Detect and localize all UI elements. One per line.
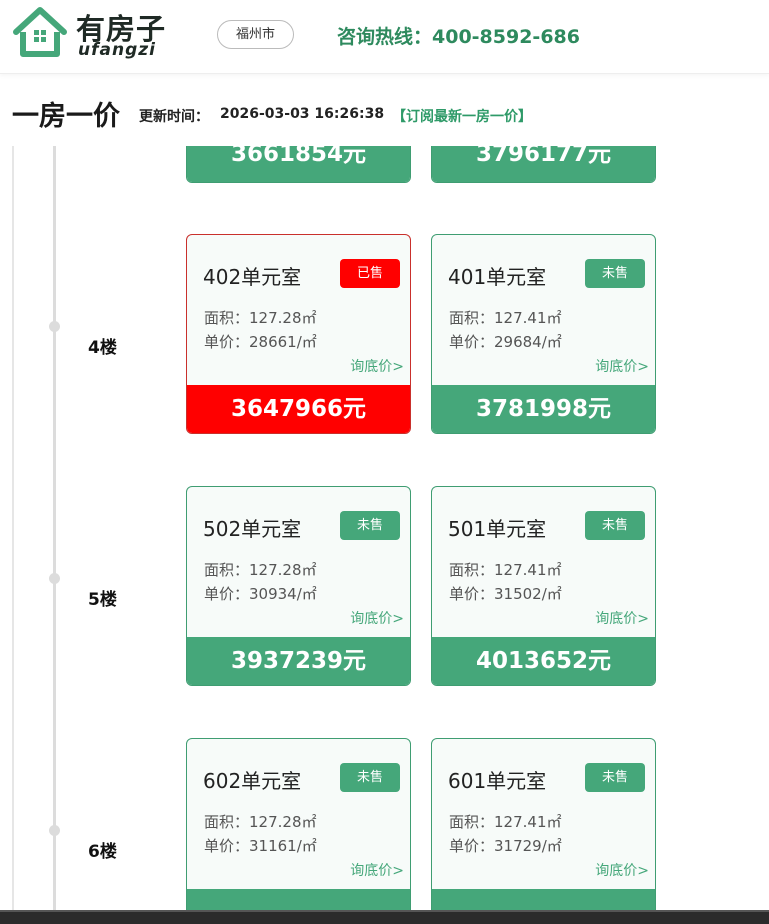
unit-card[interactable]: 401单元室 未售 面积：127.41㎡ 单价：29684/㎡ 询底价> 378… [431,234,656,434]
update-time-label: 更新时间： [139,109,209,125]
room-number: 602单元室 [203,769,302,793]
inquire-price-link[interactable]: 询底价> [350,860,404,880]
unit-price: 单价：31502/㎡ [449,585,562,603]
update-time-value: 2026-03-03 16:26:38 [220,106,385,122]
unit-area: 面积：127.28㎡ [204,561,317,579]
total-price [432,889,655,910]
unit-price: 单价：30934/㎡ [204,585,317,603]
unit-card[interactable]: 501单元室 未售 面积：127.41㎡ 单价：31502/㎡ 询底价> 401… [431,486,656,686]
status-badge: 未售 [340,511,400,540]
total-price: 3937239元 [187,637,410,685]
total-price: 3781998元 [432,385,655,433]
timeline-outer-line [12,146,14,910]
inquire-price-link[interactable]: 询底价> [595,608,649,628]
inquire-price-link[interactable]: 询底价> [595,860,649,880]
total-price: 3661854元 [187,146,410,182]
unit-area: 面积：127.41㎡ [449,813,562,831]
unit-price-list[interactable]: 3661854元 3796177元 4楼 402单元室 已售 面积：127.28… [0,146,769,910]
room-number: 501单元室 [448,517,547,541]
total-price: 3647966元 [187,385,410,433]
status-badge: 未售 [585,259,645,288]
unit-card[interactable]: 502单元室 未售 面积：127.28㎡ 单价：30934/㎡ 询底价> 393… [186,486,411,686]
unit-card-partial[interactable]: 3796177元 [431,146,656,183]
hotline-text: 咨询热线：400-8592-686 [337,26,580,48]
total-price: 4013652元 [432,637,655,685]
unit-price: 单价：31729/㎡ [449,837,562,855]
inquire-price-link[interactable]: 询底价> [350,608,404,628]
house-logo-icon [13,7,67,57]
unit-area: 面积：127.41㎡ [449,309,562,327]
site-header: 有房子 ufangzi 福州市 咨询热线：400-8592-686 [0,0,769,74]
unit-area: 面积：127.28㎡ [204,309,317,327]
page-title: 一房一价 [12,101,120,132]
inquire-price-link[interactable]: 询底价> [350,356,404,376]
unit-card[interactable]: 402单元室 已售 面积：127.28㎡ 单价：28661/㎡ 询底价> 364… [186,234,411,434]
unit-area: 面积：127.41㎡ [449,561,562,579]
unit-price: 单价：28661/㎡ [204,333,317,351]
status-badge: 未售 [340,763,400,792]
unit-price: 单价：31161/㎡ [204,837,317,855]
floor-label: 6楼 [88,842,117,862]
timeline-dot [49,573,60,584]
total-price [187,889,410,910]
timeline-dot [49,321,60,332]
title-bar: 一房一价 更新时间： 2026-03-03 16:26:38 【订阅最新一房一价… [0,90,769,142]
status-badge: 未售 [585,511,645,540]
city-selector[interactable]: 福州市 [217,20,294,49]
total-price: 3796177元 [432,146,655,182]
inquire-price-link[interactable]: 询底价> [595,356,649,376]
timeline-dot [49,825,60,836]
timeline-line [53,146,56,910]
logo-english-text: ufangzi [78,40,156,60]
floor-label: 5楼 [88,590,117,610]
site-logo[interactable]: 有房子 ufangzi [12,4,182,64]
status-badge: 已售 [340,259,400,288]
unit-price: 单价：29684/㎡ [449,333,562,351]
bottom-bar [0,910,769,924]
room-number: 502单元室 [203,517,302,541]
unit-area: 面积：127.28㎡ [204,813,317,831]
room-number: 401单元室 [448,265,547,289]
floor-label: 4楼 [88,338,117,358]
room-number: 402单元室 [203,265,302,289]
room-number: 601单元室 [448,769,547,793]
unit-card[interactable]: 602单元室 未售 面积：127.28㎡ 单价：31161/㎡ 询底价> [186,738,411,910]
status-badge: 未售 [585,763,645,792]
unit-card-partial[interactable]: 3661854元 [186,146,411,183]
unit-card[interactable]: 601单元室 未售 面积：127.41㎡ 单价：31729/㎡ 询底价> [431,738,656,910]
subscribe-link[interactable]: 【订阅最新一房一价】 [392,106,532,126]
